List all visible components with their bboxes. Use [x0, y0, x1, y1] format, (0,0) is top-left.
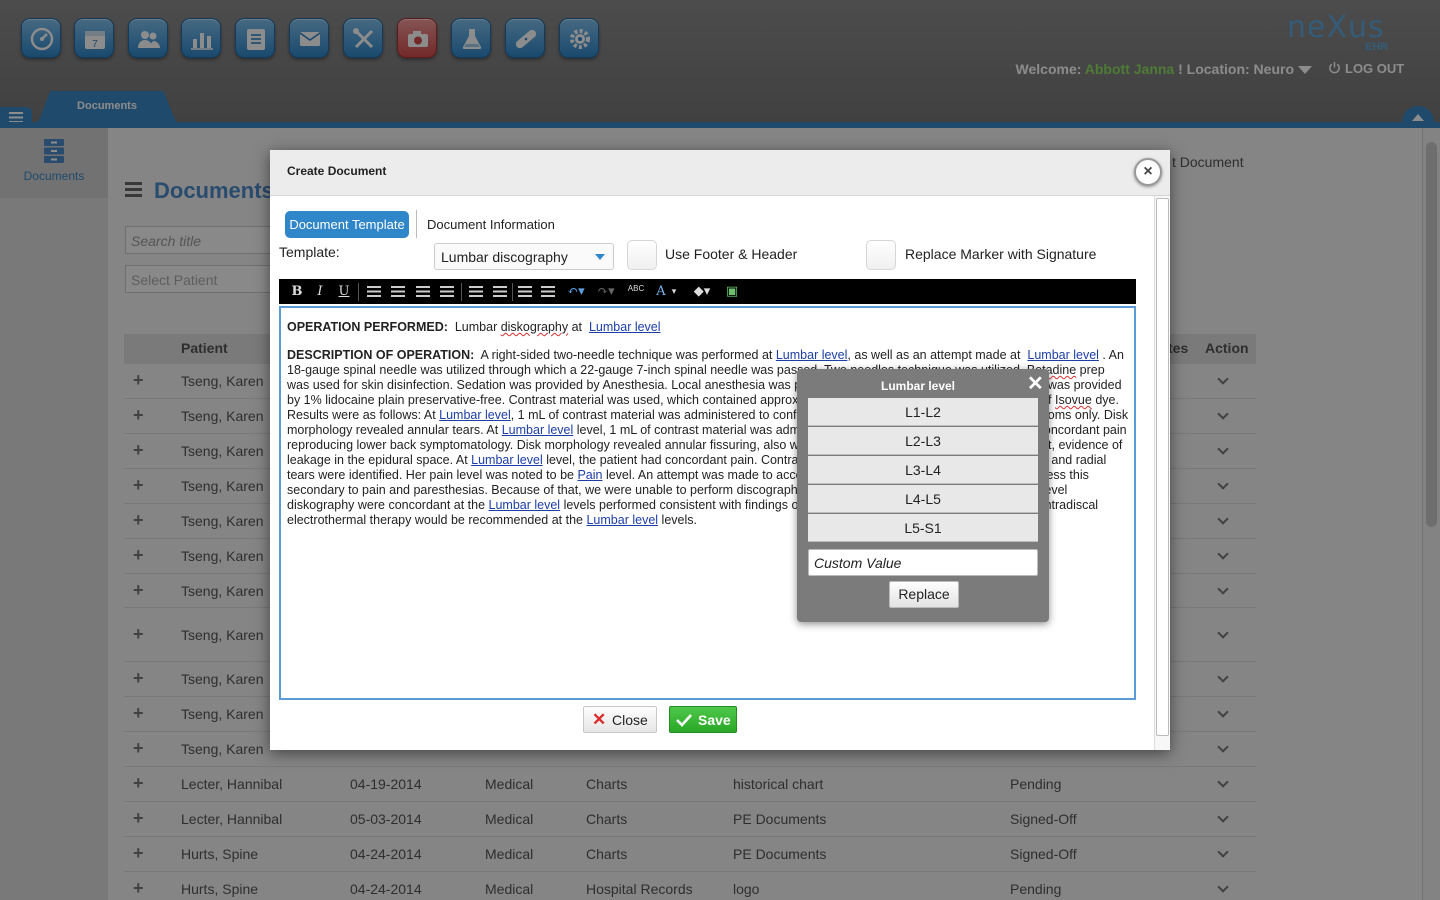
operation-performed-paragraph: OPERATION PERFORMED: Lumbar diskography … [287, 320, 1129, 335]
replace-marker-checkbox[interactable] [866, 240, 896, 270]
tab-divider [416, 210, 417, 238]
custom-value-input[interactable]: Custom Value [808, 549, 1038, 576]
chevron-down-icon [595, 254, 605, 260]
option-l1-l2[interactable]: L1-L2 [808, 398, 1038, 426]
lumbar-level-marker: Lumbar level [775, 348, 848, 362]
modal-scrollbar[interactable] [1154, 196, 1170, 750]
option-l4-l5[interactable]: L4-L5 [808, 485, 1038, 513]
use-footer-header-label: Use Footer & Header [665, 246, 798, 262]
close-button[interactable]: ✕ Close [583, 706, 657, 733]
replace-button[interactable]: Replace [889, 581, 959, 608]
modal-scrollbar-thumb[interactable] [1156, 198, 1169, 736]
tab-document-template[interactable]: Document Template [285, 211, 409, 238]
highlight-color-icon[interactable]: ◆▾ [689, 283, 715, 301]
toolbar-separator [358, 283, 359, 301]
op-text-c: at [568, 320, 586, 334]
align-right-icon[interactable] [416, 286, 430, 297]
align-center-icon[interactable] [391, 286, 405, 297]
align-justify-icon[interactable] [440, 286, 454, 297]
indent-icon[interactable] [469, 286, 483, 297]
modal-close-button[interactable]: × [1134, 158, 1162, 186]
op-label: OPERATION PERFORMED: [287, 320, 448, 334]
op-text-b: diskography [500, 320, 569, 334]
outdent-icon[interactable] [493, 286, 507, 297]
op-text-a: Lumbar [454, 320, 501, 334]
option-l2-l3[interactable]: L2-L3 [808, 427, 1038, 455]
template-select-value: Lumbar discography [441, 249, 568, 265]
use-footer-header-checkbox[interactable] [627, 240, 657, 270]
toolbar-separator [461, 283, 462, 301]
tab-document-information[interactable]: Document Information [427, 217, 555, 232]
marker-replace-popup: Lumbar level ✕ L1-L2 L2-L3 L3-L4 L4-L5 L… [797, 369, 1049, 622]
insert-image-icon[interactable]: ▣ [723, 283, 741, 301]
editor-toolbar: B I U ↶▾ ↷▾ ABC A ▾ ◆▾ ▣ [279, 279, 1136, 304]
align-left-icon[interactable] [367, 286, 381, 297]
toolbar-separator [512, 283, 513, 301]
replace-marker-label: Replace Marker with Signature [905, 246, 1097, 262]
spellcheck-button[interactable]: ABC [625, 283, 647, 301]
undo-icon[interactable]: ↶▾ [563, 283, 589, 301]
numbered-list-icon[interactable] [518, 286, 532, 297]
bold-button[interactable]: B [289, 283, 305, 301]
underline-button[interactable]: U [336, 283, 352, 301]
lumbar-level-marker[interactable]: Lumbar level [589, 320, 661, 334]
modal-header: Create Document × [270, 150, 1170, 196]
save-button-label: Save [698, 712, 731, 728]
bullet-list-icon[interactable] [541, 286, 555, 297]
font-color-button[interactable]: A [653, 283, 669, 301]
font-color-dropdown-icon[interactable]: ▾ [669, 283, 679, 301]
option-l3-l4[interactable]: L3-L4 [808, 456, 1038, 484]
lumbar-level-marker: Lumbar level [1027, 348, 1099, 362]
modal-title: Create Document [287, 164, 387, 178]
popup-close-icon[interactable]: ✕ [1027, 371, 1044, 396]
template-label: Template: [279, 244, 340, 260]
italic-button[interactable]: I [312, 283, 328, 301]
close-button-label: Close [612, 712, 648, 728]
popup-title: Lumbar level [880, 379, 956, 393]
redo-icon[interactable]: ↷▾ [593, 283, 619, 301]
desc-label: DESCRIPTION OF OPERATION: [287, 348, 475, 362]
close-icon: × [1143, 163, 1153, 180]
option-l5-s1[interactable]: L5-S1 [808, 514, 1038, 542]
template-select[interactable]: Lumbar discography [434, 243, 614, 270]
checkmark-icon [676, 714, 692, 727]
close-x-icon: ✕ [592, 710, 607, 729]
save-button[interactable]: Save [669, 706, 737, 733]
